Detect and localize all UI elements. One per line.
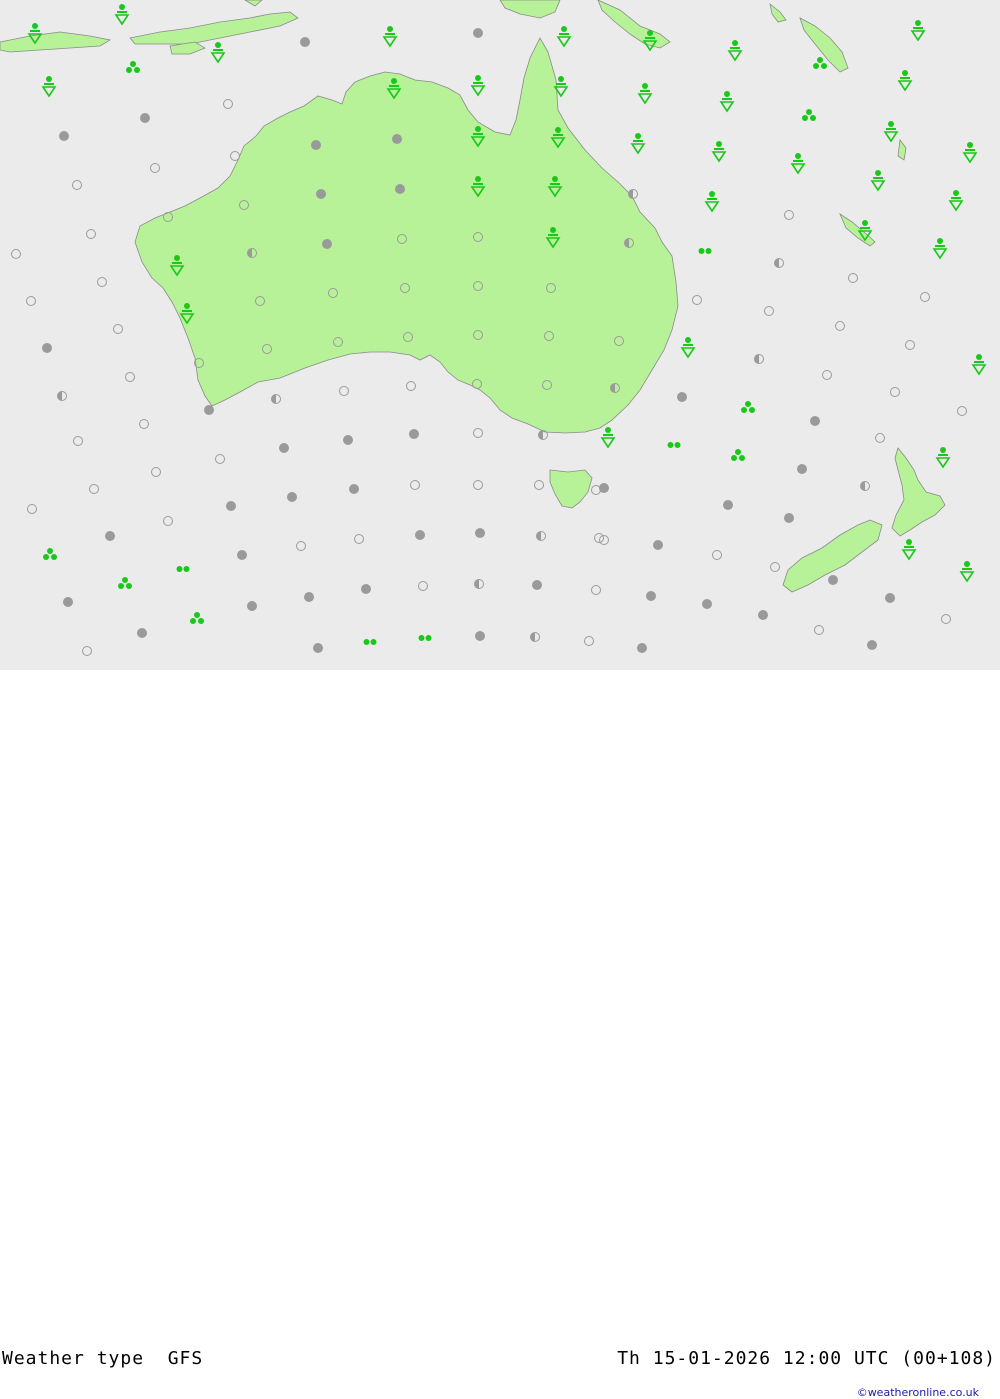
- overcast-dot-icon: [137, 628, 147, 638]
- overcast-dot-icon: [828, 575, 838, 585]
- overcast-dot-icon: [392, 134, 402, 144]
- overcast-dot-icon: [247, 601, 257, 611]
- overcast-dot-icon: [287, 492, 297, 502]
- overcast-dot-icon: [304, 592, 314, 602]
- overcast-dot-icon: [313, 643, 323, 653]
- credit-link[interactable]: ©weatheronline.co.uk: [857, 1386, 979, 1399]
- overcast-dot-icon: [415, 530, 425, 540]
- overcast-dot-icon: [702, 599, 712, 609]
- footer-bar: Weather type GFS Th 15-01-2026 12:00 UTC…: [0, 670, 1000, 1399]
- overcast-dot-icon: [409, 429, 419, 439]
- overcast-dot-icon: [226, 501, 236, 511]
- overcast-dot-icon: [279, 443, 289, 453]
- overcast-dot-icon: [316, 189, 326, 199]
- overcast-dot-icon: [105, 531, 115, 541]
- overcast-dot-icon: [343, 435, 353, 445]
- overcast-dot-icon: [637, 643, 647, 653]
- overcast-dot-icon: [475, 528, 485, 538]
- overcast-dot-icon: [140, 113, 150, 123]
- overcast-dot-icon: [311, 140, 321, 150]
- overcast-dot-icon: [361, 584, 371, 594]
- overcast-dot-icon: [59, 131, 69, 141]
- overcast-dot-icon: [322, 239, 332, 249]
- overcast-dot-icon: [473, 28, 483, 38]
- product-label: Weather type GFS: [2, 1348, 204, 1369]
- overcast-dot-icon: [784, 513, 794, 523]
- overcast-dot-icon: [885, 593, 895, 603]
- overcast-dot-icon: [475, 631, 485, 641]
- overcast-dot-icon: [395, 184, 405, 194]
- overcast-dot-icon: [646, 591, 656, 601]
- overcast-dot-icon: [723, 500, 733, 510]
- valid-time-label: Th 15-01-2026 12:00 UTC (00+108): [617, 1348, 996, 1369]
- overcast-dot-icon: [42, 343, 52, 353]
- overcast-dot-icon: [300, 37, 310, 47]
- overcast-dot-icon: [63, 597, 73, 607]
- overcast-dot-icon: [349, 484, 359, 494]
- overcast-dot-icon: [653, 540, 663, 550]
- overcast-dot-icon: [237, 550, 247, 560]
- overcast-dot-icon: [867, 640, 877, 650]
- overcast-dot-icon: [677, 392, 687, 402]
- overcast-dot-icon: [810, 416, 820, 426]
- weather-map: [0, 0, 1000, 670]
- overcast-dot-icon: [758, 610, 768, 620]
- overcast-dot-icon: [797, 464, 807, 474]
- overcast-dot-icon: [204, 405, 214, 415]
- overcast-dot-icon: [532, 580, 542, 590]
